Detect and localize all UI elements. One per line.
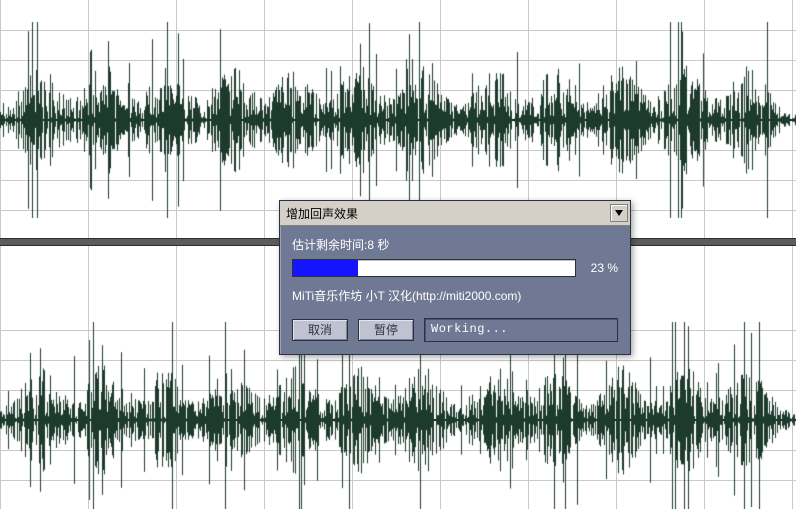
dialog-body: 估计剩余时间:8 秒 23 % MiTi音乐作坊 小T 汉化(http://mi… bbox=[280, 226, 630, 354]
waveform-editor: 增加回声效果 估计剩余时间:8 秒 23 % MiTi音乐作坊 小T 汉化(ht… bbox=[0, 0, 796, 509]
credit-line: MiTi音乐作坊 小T 汉化(http://miti2000.com) bbox=[292, 287, 618, 304]
waveform-canvas bbox=[0, 20, 796, 220]
button-row: 取消 暂停 Working... bbox=[292, 318, 618, 342]
dropdown-icon[interactable] bbox=[610, 204, 628, 222]
status-text: Working... bbox=[424, 318, 618, 342]
time-remaining-label: 估计剩余时间:8 秒 bbox=[292, 236, 618, 253]
audio-track-1[interactable] bbox=[0, 20, 796, 220]
progress-row: 23 % bbox=[292, 259, 618, 277]
cancel-button[interactable]: 取消 bbox=[292, 319, 348, 341]
progress-percent: 23 % bbox=[584, 261, 618, 275]
progress-dialog: 增加回声效果 估计剩余时间:8 秒 23 % MiTi音乐作坊 小T 汉化(ht… bbox=[279, 200, 631, 355]
dialog-titlebar[interactable]: 增加回声效果 bbox=[280, 201, 630, 226]
progress-bar bbox=[292, 259, 576, 277]
dialog-title: 增加回声效果 bbox=[286, 205, 358, 222]
progress-fill bbox=[293, 260, 358, 276]
pause-button[interactable]: 暂停 bbox=[358, 319, 414, 341]
